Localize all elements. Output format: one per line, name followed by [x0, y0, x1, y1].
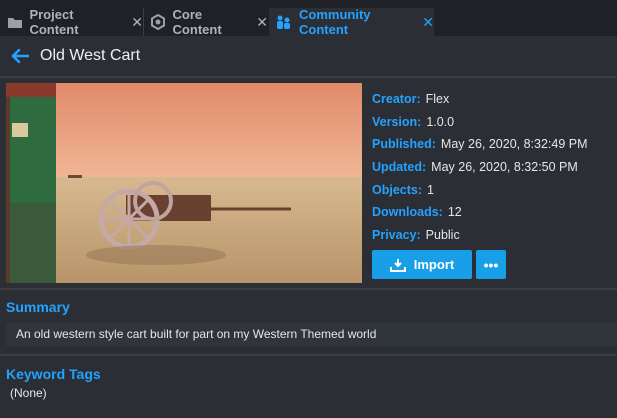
people-icon: [275, 13, 293, 31]
detail-version: Version: 1.0.0: [372, 114, 455, 129]
folder-icon: [6, 13, 23, 31]
tab-project-content[interactable]: Project Content ✕: [0, 7, 143, 37]
tab-core-content[interactable]: Core Content ✕: [144, 7, 268, 37]
hexagon-icon: [150, 13, 167, 31]
detail-published: Published: May 26, 2020, 8:32:49 PM: [372, 137, 588, 152]
tab-label: Core Content: [172, 7, 222, 37]
tab-community-content[interactable]: Community Content ✕: [269, 7, 434, 37]
tab-label: Community Content: [299, 7, 371, 37]
close-icon[interactable]: ✕: [256, 14, 268, 31]
import-label: Import: [413, 257, 455, 272]
download-icon: [389, 258, 406, 272]
summary-heading: Summary: [6, 299, 70, 315]
more-options-button[interactable]: •••: [476, 250, 506, 279]
detail-objects: Objects: 1: [372, 182, 434, 197]
divider: [0, 354, 617, 356]
close-icon[interactable]: ✕: [422, 14, 434, 31]
keyword-tags-heading: Keyword Tags: [6, 366, 101, 382]
preview-image: [6, 83, 362, 283]
divider: [0, 288, 617, 290]
detail-creator: Creator: Flex: [372, 92, 450, 107]
summary-text: An old western style cart built for part…: [6, 322, 617, 346]
page-title: Old West Cart: [40, 47, 141, 64]
keyword-tags-value: (None): [10, 386, 47, 400]
import-button[interactable]: Import: [372, 250, 472, 279]
detail-privacy: Privacy: Public: [372, 227, 460, 242]
asset-details: Creator: Flex Version: 1.0.0 Published: May…: [372, 88, 612, 246]
tab-label: Project Content: [29, 7, 79, 37]
page-header: Old West Cart: [0, 36, 617, 78]
back-arrow-icon[interactable]: [8, 44, 32, 68]
detail-updated: Updated: May 26, 2020, 8:32:50 PM: [372, 160, 578, 175]
tab-bar: Project Content ✕ Core Content ✕ Communi…: [0, 0, 617, 37]
detail-downloads: Downloads: 12: [372, 205, 462, 220]
close-icon[interactable]: ✕: [131, 14, 143, 31]
